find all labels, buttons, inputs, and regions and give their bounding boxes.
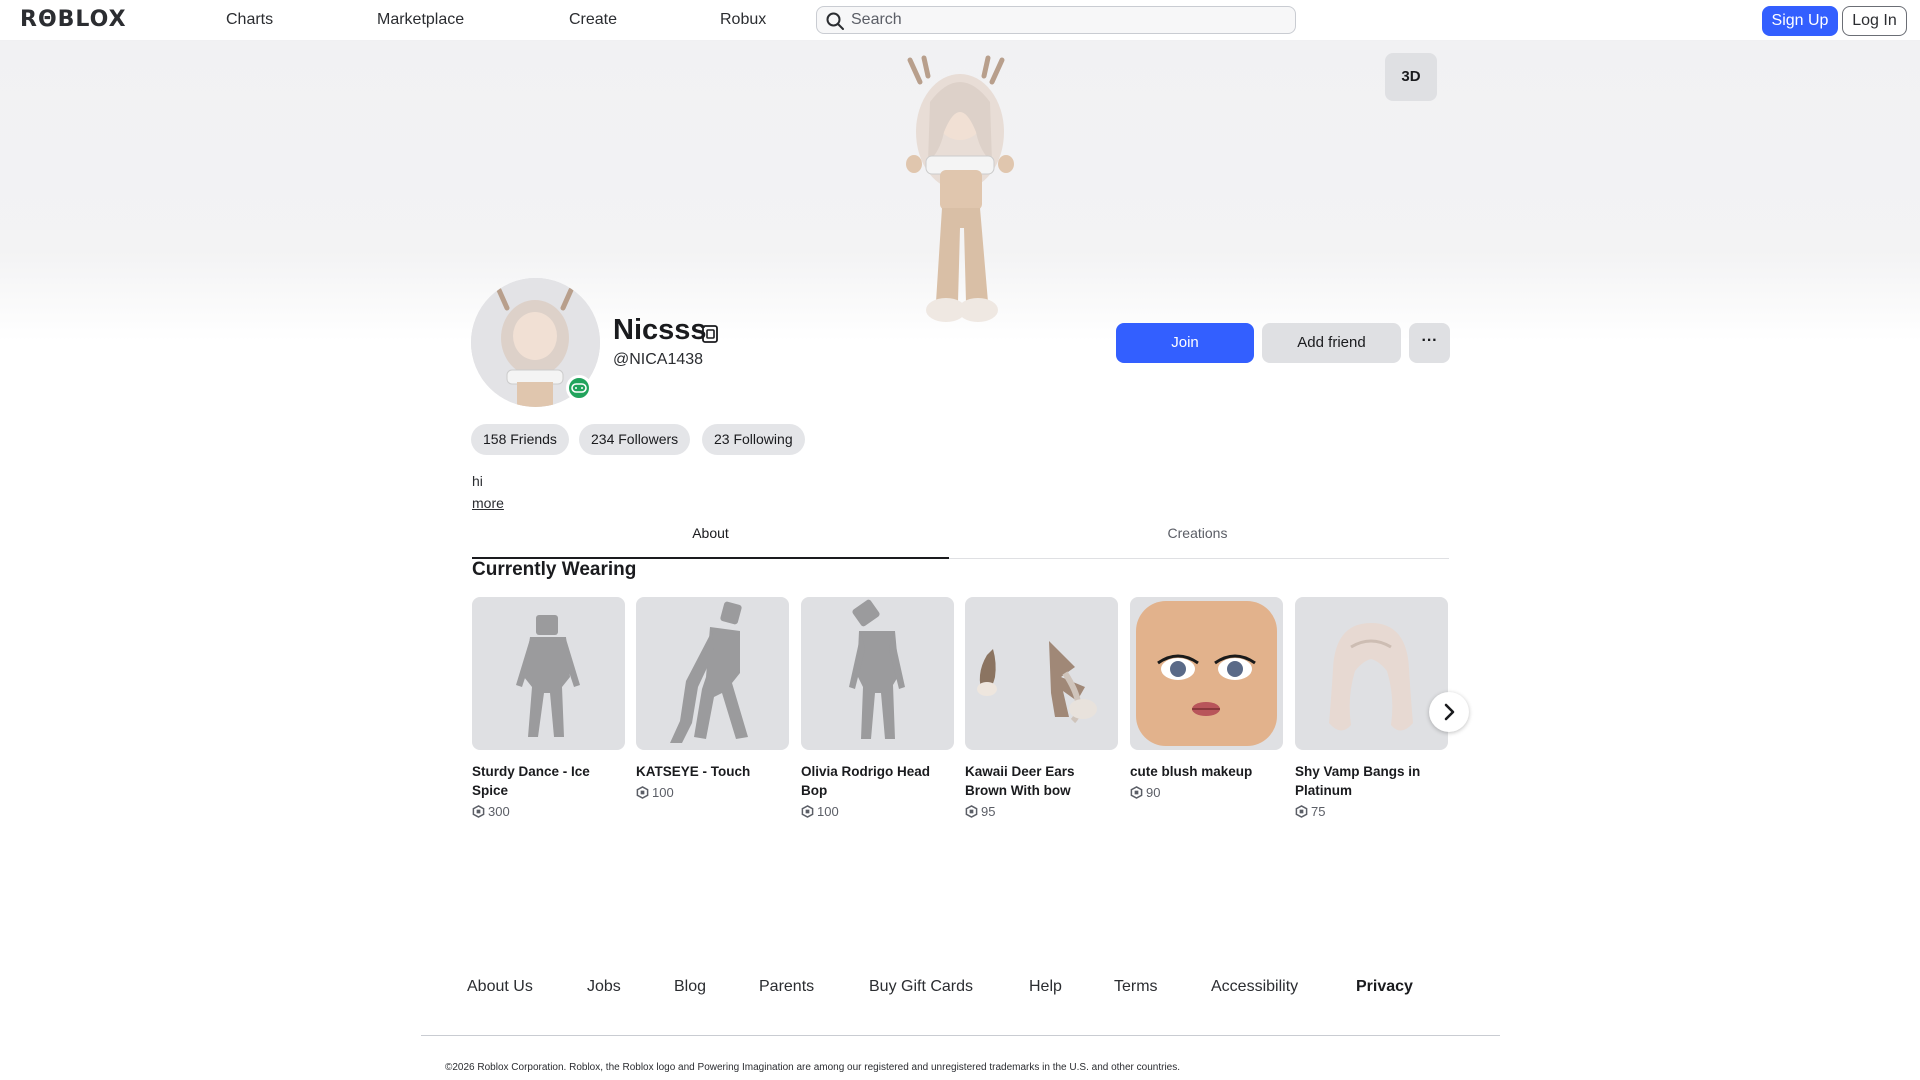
currently-wearing-title: Currently Wearing [472, 559, 637, 580]
robux-icon [1295, 805, 1308, 818]
wearing-item[interactable]: Sturdy Dance - Ice Spice 300 [472, 597, 625, 819]
emote-silhouette-icon [670, 601, 748, 743]
roblox-logo[interactable]: RΘBLOX [20, 7, 127, 32]
3d-toggle-button[interactable]: 3D [1385, 53, 1437, 101]
face-icon [1136, 601, 1277, 746]
item-price-value: 100 [652, 785, 674, 800]
footer-blog[interactable]: Blog [674, 978, 706, 996]
item-price: 90 [1130, 785, 1283, 800]
emote-silhouette-icon [849, 599, 905, 739]
sign-up-button[interactable]: Sign Up [1762, 6, 1838, 36]
tab-about[interactable]: About [472, 524, 949, 559]
top-nav-bar: RΘBLOX Charts Marketplace Create Robux S… [0, 0, 1920, 41]
robux-icon [472, 805, 485, 818]
chevron-right-icon [1444, 703, 1455, 721]
item-name: cute blush makeup [1130, 764, 1253, 779]
avatar-3d-render[interactable] [880, 52, 1040, 327]
footer-help[interactable]: Help [1029, 978, 1062, 996]
friends-count-pill[interactable]: 158 Friends [471, 424, 569, 455]
robux-icon [801, 805, 814, 818]
wearing-item[interactable]: Shy Vamp Bangs in Platinum 75 [1295, 597, 1448, 819]
footer-jobs[interactable]: Jobs [587, 978, 621, 996]
carousel-next-button[interactable] [1429, 692, 1469, 732]
item-price: 75 [1295, 804, 1448, 819]
wearing-item[interactable]: KATSEYE - Touch 100 [636, 597, 789, 800]
item-price-value: 100 [817, 804, 839, 819]
footer-accessibility[interactable]: Accessibility [1211, 978, 1298, 996]
bio-text: hi [472, 473, 483, 489]
footer-buy-gift-cards[interactable]: Buy Gift Cards [869, 978, 973, 996]
item-price: 300 [472, 804, 625, 819]
footer-divider [421, 1035, 1500, 1036]
online-status-badge [566, 375, 592, 401]
username: @NICA1438 [613, 351, 704, 368]
display-name: Nicsss [613, 314, 707, 346]
robux-icon [1130, 786, 1143, 799]
item-price-value: 90 [1146, 785, 1161, 800]
item-price: 100 [801, 804, 954, 819]
item-thumbnail [472, 597, 625, 750]
emote-silhouette-icon [516, 615, 580, 737]
log-in-button[interactable]: Log In [1842, 6, 1907, 36]
wearing-item[interactable]: cute blush makeup 90 [1130, 597, 1283, 800]
item-thumbnail [1295, 597, 1448, 750]
item-name: Kawaii Deer Ears Brown With bow [965, 764, 1075, 798]
search-box[interactable] [816, 6, 1296, 34]
join-button[interactable]: Join [1116, 323, 1254, 363]
hair-icon [1329, 623, 1413, 731]
nav-robux[interactable]: Robux [720, 11, 766, 29]
wearing-item[interactable]: Olivia Rodrigo Head Bop 100 [801, 597, 954, 819]
copy-icon[interactable] [700, 323, 722, 345]
item-price: 100 [636, 785, 789, 800]
footer-about-us[interactable]: About Us [467, 978, 533, 996]
game-controller-icon [571, 383, 587, 393]
item-price-value: 95 [981, 804, 996, 819]
nav-charts[interactable]: Charts [226, 11, 273, 29]
copyright-text: ©2026 Roblox Corporation. Roblox, the Ro… [445, 1062, 1181, 1073]
item-thumbnail [1130, 597, 1283, 750]
deer-ears-icon [977, 641, 1097, 724]
item-name: Olivia Rodrigo Head Bop [801, 764, 931, 798]
item-thumbnail [636, 597, 789, 750]
footer-terms[interactable]: Terms [1114, 978, 1158, 996]
nav-marketplace[interactable]: Marketplace [377, 11, 464, 29]
tab-creations[interactable]: Creations [959, 524, 1436, 559]
followers-count-pill[interactable]: 234 Followers [579, 424, 691, 455]
item-name: Sturdy Dance - Ice Spice [472, 764, 590, 798]
item-name: Shy Vamp Bangs in Platinum [1295, 764, 1421, 798]
item-price-value: 75 [1311, 804, 1326, 819]
search-icon [826, 12, 844, 30]
footer-parents[interactable]: Parents [759, 978, 814, 996]
search-input[interactable] [851, 10, 1281, 30]
item-price-value: 300 [488, 804, 510, 819]
nav-create[interactable]: Create [569, 11, 617, 29]
robux-icon [636, 786, 649, 799]
more-options-button[interactable]: ··· [1409, 323, 1450, 363]
item-thumbnail [801, 597, 954, 750]
item-thumbnail [965, 597, 1118, 750]
add-friend-button[interactable]: Add friend [1262, 323, 1401, 363]
item-price: 95 [965, 804, 1118, 819]
item-name: KATSEYE - Touch [636, 764, 751, 779]
wearing-item[interactable]: Kawaii Deer Ears Brown With bow 95 [965, 597, 1118, 819]
following-count-pill[interactable]: 23 Following [702, 424, 805, 455]
robux-icon [965, 805, 978, 818]
footer-privacy[interactable]: Privacy [1356, 978, 1413, 996]
bio-more-link[interactable]: more [472, 495, 504, 511]
